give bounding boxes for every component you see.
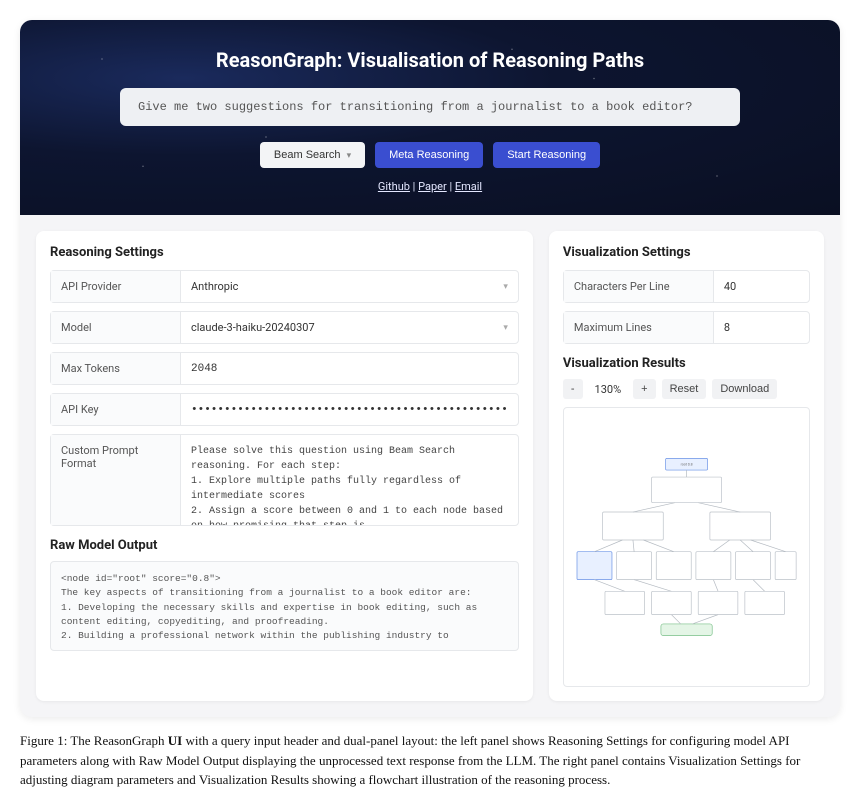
api-key-value: ••••••••••••••••••••••••••••••••••••••••… bbox=[191, 404, 508, 416]
model-select[interactable]: claude-3-haiku-20240307 ▾ bbox=[181, 312, 518, 343]
hero: ReasonGraph: Visualisation of Reasoning … bbox=[20, 20, 840, 215]
hero-buttons: Beam Search ▾ Meta Reasoning Start Reaso… bbox=[60, 142, 800, 168]
raw-output-title: Raw Model Output bbox=[50, 538, 519, 553]
model-label: Model bbox=[51, 312, 181, 343]
start-reasoning-button[interactable]: Start Reasoning bbox=[493, 142, 600, 168]
meta-reasoning-button[interactable]: Meta Reasoning bbox=[375, 142, 483, 168]
custom-prompt-textarea[interactable]: Please solve this question using Beam Se… bbox=[181, 435, 518, 525]
max-lines-value: 8 bbox=[724, 321, 730, 334]
flowchart-svg: root 0.8 bbox=[570, 414, 803, 680]
github-link[interactable]: Github bbox=[378, 180, 410, 193]
zoom-out-button[interactable]: - bbox=[563, 379, 583, 399]
max-tokens-label: Max Tokens bbox=[51, 353, 181, 384]
email-link[interactable]: Email bbox=[455, 180, 482, 193]
api-provider-row: API Provider Anthropic ▾ bbox=[50, 270, 519, 303]
visualization-canvas[interactable]: root 0.8 bbox=[563, 407, 810, 687]
max-tokens-input[interactable]: 2048 bbox=[181, 353, 518, 384]
api-key-label: API Key bbox=[51, 394, 181, 425]
max-tokens-value: 2048 bbox=[191, 363, 217, 375]
reasoning-settings-panel: Reasoning Settings API Provider Anthropi… bbox=[36, 231, 533, 701]
custom-prompt-row: Custom Prompt Format Please solve this q… bbox=[50, 434, 519, 526]
hero-links: Github | Paper | Email bbox=[60, 180, 800, 193]
paper-link[interactable]: Paper bbox=[418, 180, 447, 193]
reset-button[interactable]: Reset bbox=[662, 379, 707, 399]
query-input[interactable]: Give me two suggestions for transitionin… bbox=[120, 88, 740, 126]
app-card: ReasonGraph: Visualisation of Reasoning … bbox=[20, 20, 840, 717]
api-key-input[interactable]: ••••••••••••••••••••••••••••••••••••••••… bbox=[181, 394, 518, 425]
max-lines-label: Maximum Lines bbox=[564, 312, 714, 343]
model-value: claude-3-haiku-20240307 bbox=[191, 321, 315, 334]
api-provider-value: Anthropic bbox=[191, 280, 238, 293]
chars-per-line-value: 40 bbox=[724, 280, 736, 293]
viz-toolbar: - 130% + Reset Download bbox=[563, 379, 810, 399]
page-title: ReasonGraph: Visualisation of Reasoning … bbox=[60, 48, 800, 72]
max-lines-row: Maximum Lines 8 bbox=[563, 311, 810, 344]
chars-per-line-input[interactable]: 40 bbox=[714, 271, 809, 302]
viz-settings-title: Visualization Settings bbox=[563, 245, 810, 260]
chevron-down-icon: ▾ bbox=[503, 282, 508, 292]
raw-output-box[interactable]: <node id="root" score="0.8"> The key asp… bbox=[50, 561, 519, 651]
search-method-label: Beam Search bbox=[274, 149, 341, 161]
download-button[interactable]: Download bbox=[712, 379, 777, 399]
chevron-down-icon: ▾ bbox=[347, 150, 352, 161]
svg-text:root 0.8: root 0.8 bbox=[680, 462, 692, 466]
api-provider-label: API Provider bbox=[51, 271, 181, 302]
reasoning-settings-title: Reasoning Settings bbox=[50, 245, 519, 260]
model-row: Model claude-3-haiku-20240307 ▾ bbox=[50, 311, 519, 344]
caption-prefix: Figure 1: The ReasonGraph bbox=[20, 733, 168, 748]
chars-per-line-row: Characters Per Line 40 bbox=[563, 270, 810, 303]
chars-per-line-label: Characters Per Line bbox=[564, 271, 714, 302]
api-key-row: API Key ••••••••••••••••••••••••••••••••… bbox=[50, 393, 519, 426]
panels: Reasoning Settings API Provider Anthropi… bbox=[20, 215, 840, 717]
custom-prompt-label: Custom Prompt Format bbox=[51, 435, 181, 525]
caption-ui-bold: UI bbox=[168, 733, 182, 748]
viz-results-title: Visualization Results bbox=[563, 356, 810, 371]
search-method-dropdown[interactable]: Beam Search ▾ bbox=[260, 142, 365, 168]
zoom-in-button[interactable]: + bbox=[633, 379, 655, 399]
api-provider-select[interactable]: Anthropic ▾ bbox=[181, 271, 518, 302]
max-lines-input[interactable]: 8 bbox=[714, 312, 809, 343]
zoom-level: 130% bbox=[589, 383, 628, 396]
chevron-down-icon: ▾ bbox=[503, 323, 508, 333]
visualization-panel: Visualization Settings Characters Per Li… bbox=[549, 231, 824, 701]
figure-caption: Figure 1: The ReasonGraph UI with a quer… bbox=[20, 731, 840, 790]
max-tokens-row: Max Tokens 2048 bbox=[50, 352, 519, 385]
